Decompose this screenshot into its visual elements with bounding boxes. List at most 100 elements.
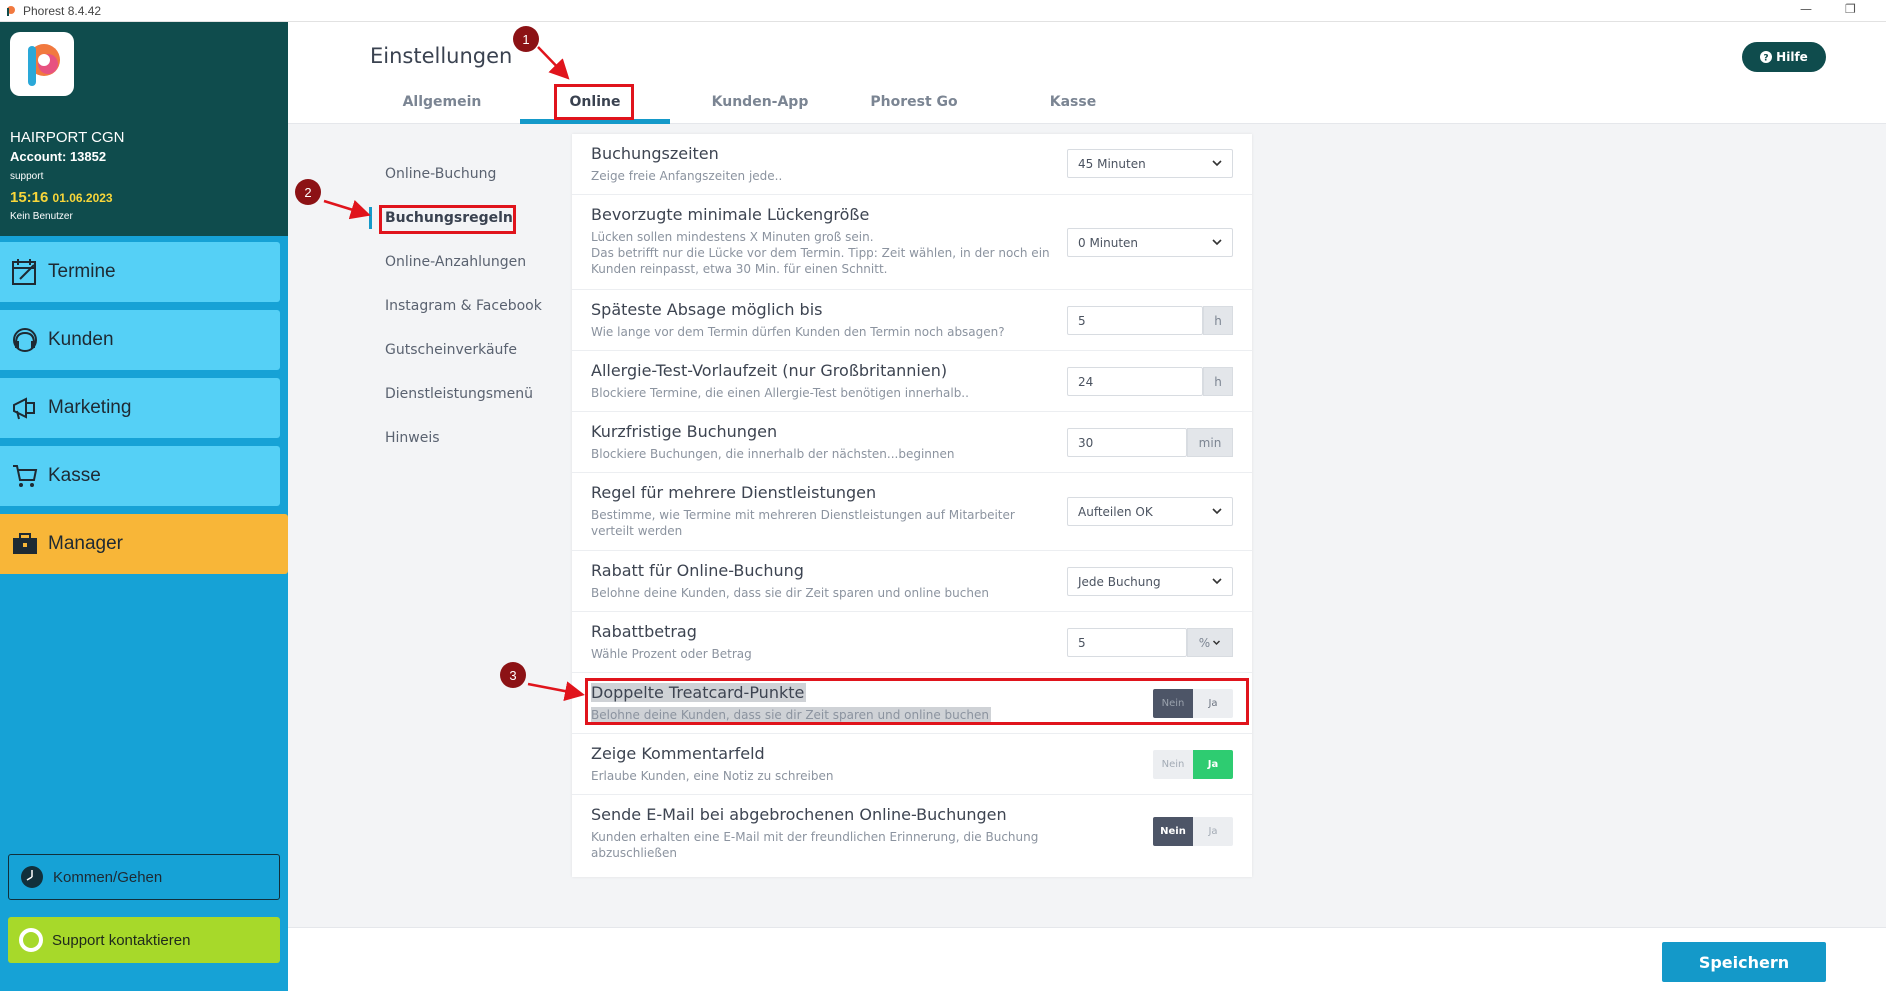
setting-title: Regel für mehrere Dienstleistungen	[591, 483, 877, 502]
help-button[interactable]: ? Hilfe	[1742, 42, 1826, 72]
nav-kasse[interactable]: Kasse	[0, 446, 280, 506]
nav-label: Termine	[48, 261, 116, 282]
select-value: Aufteilen OK	[1078, 504, 1153, 519]
toggle-nein[interactable]: Nein	[1153, 817, 1193, 846]
setting-desc: Wie lange vor dem Termin dürfen Kunden d…	[591, 325, 1005, 339]
minimize-icon[interactable]: —	[1800, 2, 1812, 16]
setting-email-abgebrochen: Sende E-Mail bei abgebrochenen Online-Bu…	[572, 795, 1252, 877]
account-number: Account: 13852	[10, 149, 107, 164]
megaphone-icon	[13, 397, 35, 420]
email-toggle[interactable]: Nein Ja	[1153, 817, 1233, 846]
time: 15:16	[10, 189, 49, 206]
unit-label: h	[1203, 306, 1233, 335]
chevron-down-icon	[1213, 640, 1221, 646]
absage-input[interactable]: 5	[1067, 306, 1203, 335]
tab-phorest-go[interactable]: Phorest Go	[844, 94, 984, 110]
chevron-down-icon	[1212, 160, 1222, 167]
user-name: support	[10, 171, 44, 182]
subnav-online-anzahlungen[interactable]: Online-Anzahlungen	[385, 254, 526, 270]
question-icon: ?	[1760, 51, 1773, 64]
lueckengroesse-select[interactable]: 0 Minuten	[1067, 228, 1233, 257]
rabatt-select[interactable]: Jede Buchung	[1067, 567, 1233, 596]
kommen-gehen-button[interactable]: Kommen/Gehen	[8, 854, 280, 900]
setting-desc: Belohne deine Kunden, dass sie dir Zeit …	[591, 586, 989, 600]
toggle-nein[interactable]: Nein	[1153, 750, 1193, 779]
setting-title: Bevorzugte minimale Lückengröße	[591, 205, 870, 224]
nav-marketing[interactable]: Marketing	[0, 378, 280, 438]
annotation-box-treatcard	[585, 678, 1249, 725]
mehrere-dienstleistungen-select[interactable]: Aufteilen OK	[1067, 497, 1233, 526]
unit-label: h	[1203, 367, 1233, 396]
select-value: 45 Minuten	[1078, 156, 1146, 171]
subnav-hinweis[interactable]: Hinweis	[385, 430, 440, 446]
setting-kommentarfeld: Zeige Kommentarfeld Erlaube Kunden, eine…	[572, 734, 1252, 795]
setting-desc: Bestimme, wie Termine mit mehreren Diens…	[591, 508, 1015, 538]
select-value: Jede Buchung	[1078, 574, 1161, 589]
restore-icon[interactable]: ❐	[1845, 2, 1856, 16]
subnav-gutscheinverkaeufe[interactable]: Gutscheinverkäufe	[385, 342, 517, 358]
nav-manager[interactable]: Manager	[0, 514, 288, 574]
nav-kunden[interactable]: Kunden	[0, 310, 280, 370]
setting-desc: Wähle Prozent oder Betrag	[591, 647, 752, 661]
setting-desc-2: Das betrifft nur die Lücke vor dem Termi…	[591, 246, 1050, 276]
select-value: 0 Minuten	[1078, 235, 1139, 250]
subnav-instagram-facebook[interactable]: Instagram & Facebook	[385, 298, 542, 314]
annotation-box-buchungsregeln	[379, 205, 516, 234]
setting-buchungszeiten: Buchungszeiten Zeige freie Anfangszeiten…	[572, 134, 1252, 195]
chevron-down-icon	[1212, 239, 1222, 246]
buchungszeiten-select[interactable]: 45 Minuten	[1067, 149, 1233, 178]
unit-label: min	[1187, 428, 1233, 457]
nav-label: Kunden	[48, 329, 114, 350]
tab-allgemein[interactable]: Allgemein	[392, 94, 492, 110]
setting-desc: Erlaube Kunden, eine Notiz zu schreiben	[591, 769, 834, 783]
page-title: Einstellungen	[370, 44, 513, 68]
sidebar: HAIRPORT CGN Account: 13852 support 15:1…	[0, 22, 288, 991]
tab-kunden-app[interactable]: Kunden-App	[690, 94, 830, 110]
date: 01.06.2023	[52, 191, 113, 205]
setting-title: Kurzfristige Buchungen	[591, 422, 778, 441]
nav-label: Marketing	[48, 397, 132, 418]
title-bar: Phorest 8.4.42 — ❐	[0, 0, 1886, 22]
tab-kasse[interactable]: Kasse	[1023, 94, 1123, 110]
setting-title: Allergie-Test-Vorlaufzeit (nur Großbrita…	[591, 361, 948, 380]
unit-select[interactable]: %	[1187, 628, 1233, 657]
toggle-ja[interactable]: Ja	[1193, 817, 1233, 846]
window-title: Phorest 8.4.42	[23, 3, 102, 18]
cart-icon	[13, 465, 38, 487]
allergie-input[interactable]: 24	[1067, 367, 1203, 396]
setting-title: Sende E-Mail bei abgebrochenen Online-Bu…	[591, 805, 1007, 824]
nav-label: Kasse	[48, 465, 101, 486]
setting-desc: Lücken sollen mindestens X Minuten groß …	[591, 230, 874, 244]
rabattbetrag-input[interactable]: 5	[1067, 628, 1187, 657]
lifebuoy-icon	[19, 928, 43, 952]
setting-kurzfristige-buchungen: Kurzfristige Buchungen Blockiere Buchung…	[572, 412, 1252, 473]
subnav-dienstleistungsmenue[interactable]: Dienstleistungsmenü	[385, 386, 533, 402]
nav-termine[interactable]: Termine	[0, 242, 280, 302]
kommentarfeld-toggle[interactable]: Nein Ja	[1153, 750, 1233, 779]
clock: 15:16 01.06.2023	[10, 189, 113, 206]
support-label: Support kontaktieren	[52, 931, 191, 949]
briefcase-icon	[13, 533, 37, 554]
setting-spaeteste-absage: Späteste Absage möglich bis Wie lange vo…	[572, 290, 1252, 351]
annotation-marker-2: 2	[295, 179, 321, 205]
phorest-logo-icon	[7, 5, 15, 16]
subnav-online-buchung[interactable]: Online-Buchung	[385, 166, 496, 182]
setting-title: Rabatt für Online-Buchung	[591, 561, 804, 580]
setting-desc: Kunden erhalten eine E-Mail mit der freu…	[591, 830, 1039, 860]
calendar-edit-icon	[12, 259, 36, 285]
kurzfristig-input[interactable]: 30	[1067, 428, 1187, 457]
annotation-marker-3: 3	[500, 662, 526, 688]
svg-text:?: ?	[1764, 54, 1769, 64]
kommen-gehen-label: Kommen/Gehen	[53, 868, 163, 886]
unit-label: %	[1198, 635, 1211, 650]
save-button[interactable]: Speichern	[1662, 942, 1826, 982]
setting-rabatt-online: Rabatt für Online-Buchung Belohne deine …	[572, 551, 1252, 612]
help-label: Hilfe	[1776, 50, 1808, 64]
toggle-ja[interactable]: Ja	[1193, 750, 1233, 779]
footer: Speichern	[288, 927, 1886, 991]
setting-title: Rabattbetrag	[591, 622, 697, 641]
support-button[interactable]: Support kontaktieren	[8, 917, 280, 963]
salon-name: HAIRPORT CGN	[10, 129, 125, 146]
setting-mehrere-dienstleistungen: Regel für mehrere Dienstleistungen Besti…	[572, 473, 1252, 551]
app-logo	[10, 32, 74, 96]
